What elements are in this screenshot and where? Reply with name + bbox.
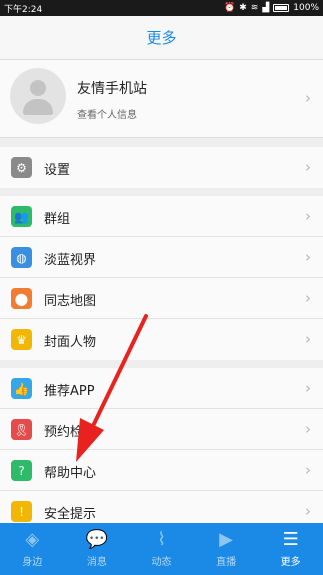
menu-item-label: 同志地图 <box>44 294 97 309</box>
battery-icon <box>273 4 290 12</box>
crown-icon: ♛ <box>11 329 32 350</box>
chevron-right-icon: › <box>305 248 311 266</box>
tab-more[interactable]: ☰ 更多 <box>258 523 323 575</box>
page-title: 更多 <box>146 29 177 47</box>
menu-item-label: 群组 <box>44 212 71 227</box>
tab-feed[interactable]: ⌇ 动态 <box>129 523 194 575</box>
avatar-head-icon <box>30 80 46 96</box>
avatar <box>10 68 66 124</box>
feed-icon: ⌇ <box>157 529 166 550</box>
gear-icon: ⚙ <box>11 157 32 178</box>
globe-icon: ◍ <box>11 247 32 268</box>
menu-item-label: 预约检 <box>44 425 84 440</box>
profile-row[interactable]: 友情手机站 查看个人信息 › <box>0 60 323 138</box>
battery-level: 100% <box>293 3 319 13</box>
video-camera-icon: ▶ <box>219 529 233 550</box>
chevron-right-icon: › <box>305 379 311 397</box>
status-bar: 下午2:24 ⏰ ✱ ≋ ▟ 100% <box>0 0 323 16</box>
shield-icon: ! <box>11 501 32 522</box>
question-icon: ? <box>11 460 32 481</box>
wifi-icon: ≋ <box>250 2 259 13</box>
tab-label: 动态 <box>151 557 172 568</box>
chevron-right-icon: › <box>305 207 311 225</box>
status-icons: ⏰ ✱ ≋ ▟ 100% <box>224 3 319 13</box>
chevron-right-icon: › <box>305 158 311 176</box>
chevron-right-icon: › <box>305 289 311 307</box>
chevron-right-icon: › <box>305 420 311 438</box>
signal-icon: ▟ <box>262 2 270 13</box>
bottom-tab-bar: ◈ 身边 💬 消息 ⌇ 动态 ▶ 直播 ☰ 更多 <box>0 523 323 575</box>
menu-item-cover-person[interactable]: ♛ 封面人物 › <box>0 319 323 360</box>
profile-subtitle: 查看个人信息 <box>77 110 137 121</box>
menu-item-label: 安全提示 <box>44 507 97 522</box>
chevron-right-icon: › <box>305 330 311 348</box>
menu-item-appointment[interactable]: 🎗 预约检 › <box>0 409 323 450</box>
menu-item-recommend-app[interactable]: 👍 推荐APP › <box>0 368 323 409</box>
menu-item-help-center[interactable]: ? 帮助中心 › <box>0 450 323 491</box>
compass-icon: ◈ <box>25 529 40 550</box>
menu-item-label: 帮助中心 <box>44 466 97 481</box>
menu-item-label: 封面人物 <box>44 335 97 350</box>
tab-live[interactable]: ▶ 直播 <box>194 523 259 575</box>
tab-nearby[interactable]: ◈ 身边 <box>0 523 65 575</box>
bluetooth-icon: ✱ <box>239 2 247 13</box>
tab-label: 身边 <box>22 557 43 568</box>
menu-item-label: 设置 <box>44 163 71 178</box>
menu-icon: ☰ <box>282 529 299 550</box>
menu-item-groups[interactable]: 👥 群组 › <box>0 196 323 237</box>
tab-label: 消息 <box>86 557 107 568</box>
menu-item-label: 淡蓝视界 <box>44 253 97 268</box>
status-time: 下午2:24 <box>4 4 43 15</box>
chevron-right-icon: › <box>305 502 311 520</box>
alarm-icon: ⏰ <box>224 2 236 13</box>
group-icon: 👥 <box>11 206 32 227</box>
tab-messages[interactable]: 💬 消息 <box>65 523 130 575</box>
avatar-body-icon <box>23 99 53 115</box>
tab-label: 更多 <box>280 557 301 568</box>
chat-bubble-icon: 💬 <box>85 529 109 550</box>
ribbon-icon: 🎗 <box>11 419 32 440</box>
tab-label: 直播 <box>216 557 237 568</box>
menu-item-map[interactable]: ⬤ 同志地图 › <box>0 278 323 319</box>
chevron-right-icon: › <box>305 89 311 107</box>
menu-item-blued-vision[interactable]: ◍ 淡蓝视界 › <box>0 237 323 278</box>
chevron-right-icon: › <box>305 461 311 479</box>
title-bar: 更多 <box>0 16 323 60</box>
profile-name: 友情手机站 <box>77 81 147 97</box>
menu-item-label: 推荐APP <box>44 384 95 399</box>
menu-item-settings[interactable]: ⚙ 设置 › <box>0 147 323 188</box>
map-pin-icon: ⬤ <box>11 288 32 309</box>
thumbs-up-icon: 👍 <box>11 378 32 399</box>
